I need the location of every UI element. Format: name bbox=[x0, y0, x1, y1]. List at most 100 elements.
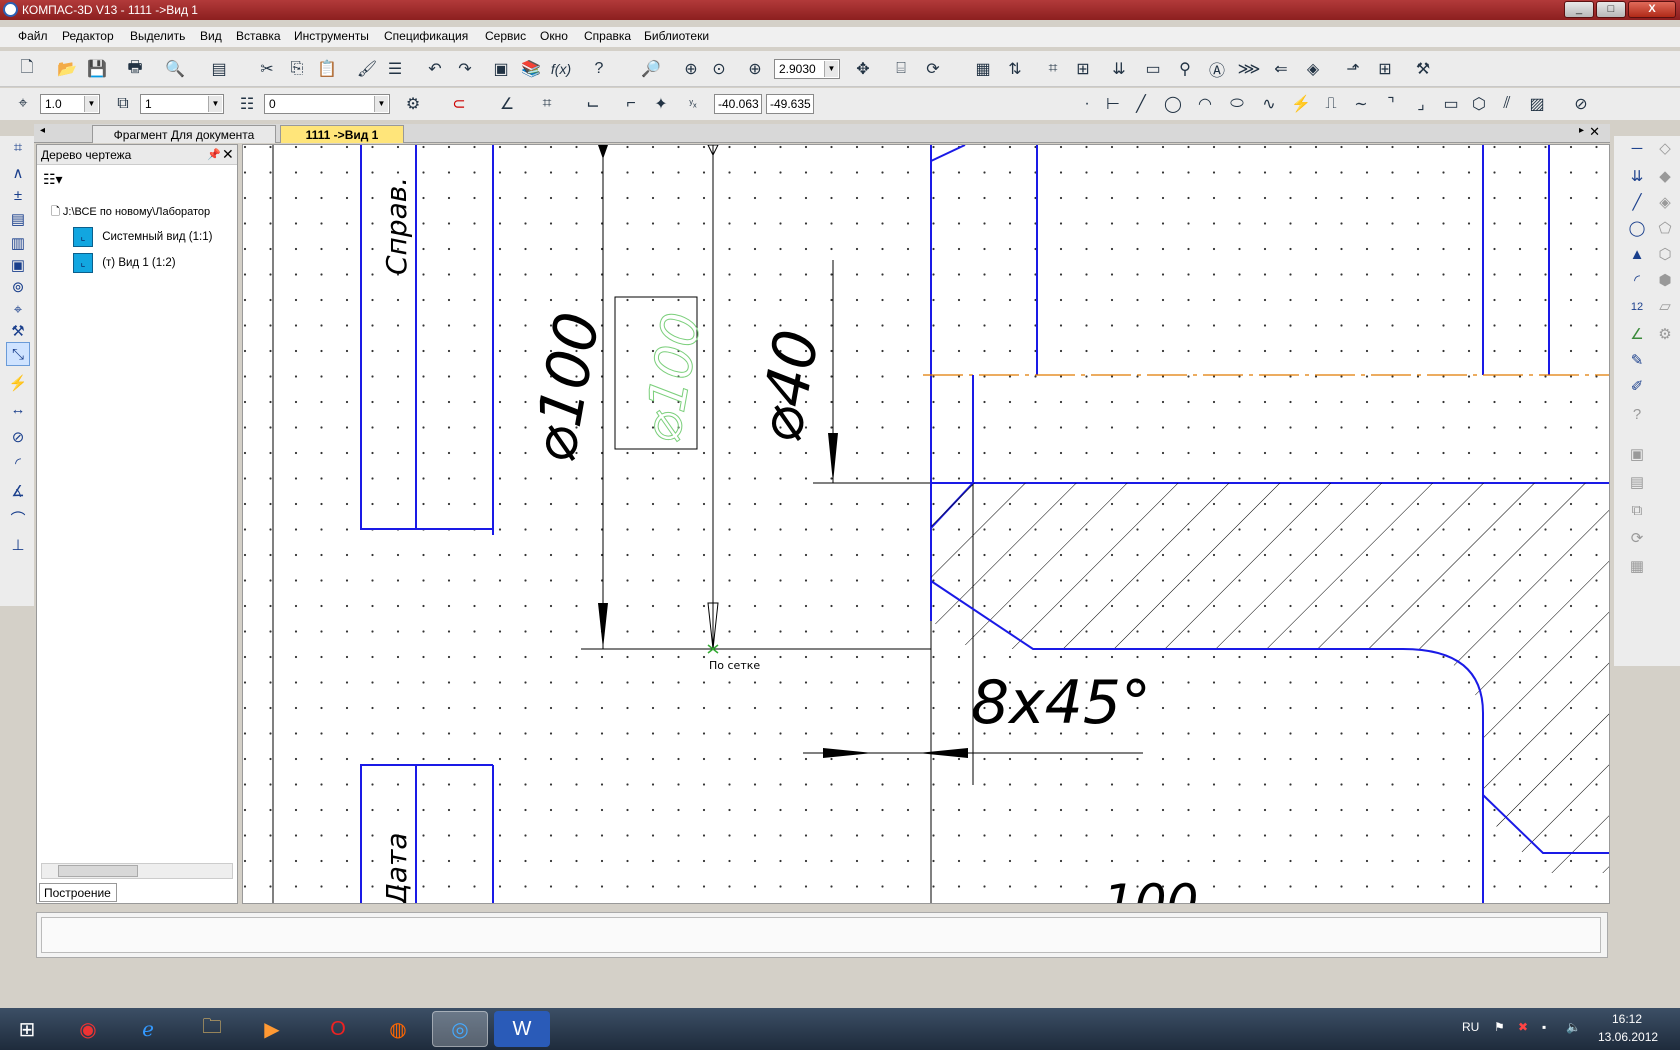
tree-root-item[interactable]: 🗋 J:\ВСЕ по новому\Лаборатор bbox=[51, 203, 237, 223]
kompas-app-icon[interactable] bbox=[3, 2, 18, 17]
tab-close-icon[interactable]: ✕ bbox=[1589, 124, 1600, 140]
arc-tool-icon[interactable]: ◜ bbox=[1624, 268, 1650, 294]
zoom-window-icon[interactable]: 🔎 bbox=[638, 56, 664, 82]
new-document-icon[interactable]: 🗋 bbox=[14, 56, 40, 82]
views-icon[interactable]: ⧉ bbox=[110, 91, 136, 117]
command-prompt-field[interactable] bbox=[41, 917, 1601, 953]
layer-combo[interactable]: 0 ▼ bbox=[264, 94, 390, 114]
chevron-down-icon[interactable]: ▼ bbox=[824, 61, 838, 77]
line-scale-combo[interactable]: 1.0 ▼ bbox=[40, 94, 100, 114]
panel-close-icon[interactable]: ✕ bbox=[222, 146, 234, 163]
tree-horizontal-scrollbar[interactable] bbox=[41, 863, 233, 879]
line-style-icon[interactable]: ─ bbox=[1624, 136, 1650, 162]
menu-insert[interactable]: Вставка bbox=[236, 29, 281, 43]
hatch-icon[interactable]: ⚡ bbox=[1288, 91, 1314, 117]
magnet-snap-icon[interactable]: ⊂ bbox=[446, 91, 472, 117]
diamond-icon[interactable]: ◈ bbox=[1300, 56, 1326, 82]
volume-icon[interactable]: 🔈 bbox=[1566, 1020, 1581, 1034]
open-folder-icon[interactable]: 📂 bbox=[54, 56, 80, 82]
menu-edit[interactable]: Редактор bbox=[62, 29, 114, 43]
drawing-canvas[interactable]: Справ. Дата ⌀100 ⌀100 По сетке ⌀40 8x45°… bbox=[242, 144, 1610, 904]
angular-dimension-icon[interactable]: ∡ bbox=[6, 480, 30, 504]
point-icon[interactable]: · bbox=[1074, 91, 1100, 117]
menu-select[interactable]: Выделить bbox=[130, 29, 185, 43]
maximize-button[interactable]: □ bbox=[1596, 1, 1626, 18]
view-combo[interactable]: 1 ▼ bbox=[140, 94, 224, 114]
rectangle-icon[interactable]: ▭ bbox=[1438, 91, 1464, 117]
ortho-mode-icon[interactable]: ⌐ bbox=[618, 91, 644, 117]
hatching-icon[interactable]: ▨ bbox=[1524, 91, 1550, 117]
explorer-icon[interactable]: 🗀 bbox=[184, 1011, 240, 1047]
word-icon[interactable]: W bbox=[494, 1011, 550, 1047]
height-dimension-icon[interactable]: ⊥ bbox=[6, 534, 30, 558]
zoom-fit-icon[interactable]: ⊙ bbox=[706, 56, 732, 82]
contour-icon[interactable]: ⎍ bbox=[1318, 91, 1344, 117]
arrow-left-icon[interactable]: ⇐ bbox=[1268, 56, 1294, 82]
manager-icon[interactable]: ▤ bbox=[206, 56, 232, 82]
diameter-dimension-icon[interactable]: ⊘ bbox=[6, 426, 30, 450]
undo-icon[interactable]: ↶ bbox=[422, 56, 448, 82]
tree-item-view1[interactable]: ⌞ (т) Вид 1 (1:2) bbox=[73, 253, 176, 275]
probe-icon[interactable]: ⚲ bbox=[1172, 56, 1198, 82]
print-icon[interactable]: 🖶 bbox=[122, 56, 148, 82]
tree-view-mode-icon[interactable]: ☷▾ bbox=[43, 171, 83, 191]
zoom-in-icon[interactable]: ⊕ bbox=[678, 56, 704, 82]
hatch-style-icon[interactable]: ⋙ bbox=[1236, 56, 1262, 82]
snap-options-icon[interactable]: ⊞ bbox=[1070, 56, 1096, 82]
ie-icon[interactable]: ℯ bbox=[120, 1011, 176, 1047]
refresh-view-icon[interactable]: ⟳ bbox=[920, 56, 946, 82]
scrollbar-thumb[interactable] bbox=[58, 865, 138, 877]
chamfer-icon[interactable]: ⌟ bbox=[1408, 91, 1434, 117]
layout-icon[interactable]: ▦ bbox=[970, 56, 996, 82]
save-icon[interactable]: 💾 bbox=[84, 56, 110, 82]
tab-view1[interactable]: 1111 ->Вид 1 bbox=[280, 125, 404, 143]
menu-service[interactable]: Сервис bbox=[485, 29, 526, 43]
preview-icon[interactable]: 🔍 bbox=[162, 56, 188, 82]
clock-time[interactable]: 16:12 bbox=[1612, 1012, 1642, 1026]
cursor-position-icon[interactable]: ⌖ bbox=[10, 91, 36, 117]
options-tools-icon[interactable]: ⚒ bbox=[1410, 56, 1436, 82]
vertical-tools-icon[interactable]: ⇊ bbox=[1624, 164, 1650, 190]
fragment-icon[interactable]: ▣ bbox=[6, 254, 30, 278]
network-icon[interactable]: ✖ bbox=[1518, 1020, 1528, 1034]
zoom-combo[interactable]: 2.9030 ▼ bbox=[774, 59, 840, 79]
minimize-button[interactable]: _ bbox=[1564, 1, 1594, 18]
variables-fx-icon[interactable]: f(x) bbox=[548, 56, 574, 82]
menu-libraries[interactable]: Библиотеки bbox=[644, 29, 709, 43]
wave-icon[interactable]: ∼ bbox=[1348, 91, 1374, 117]
radial-dimension-icon[interactable]: ◜ bbox=[6, 452, 30, 476]
menu-file[interactable]: Файл bbox=[18, 29, 48, 43]
polygon-icon[interactable]: ⬡ bbox=[1466, 91, 1492, 117]
angle-tool-icon[interactable]: ∠ bbox=[1624, 322, 1650, 348]
menu-window[interactable]: Окно bbox=[540, 29, 568, 43]
start-button-icon[interactable]: ⊞ bbox=[2, 1011, 52, 1047]
equidistant-icon[interactable]: ⫽ bbox=[1494, 91, 1520, 117]
line-tool-icon[interactable]: ∧ bbox=[6, 162, 30, 186]
grid-toggle-icon[interactable]: ⌗ bbox=[534, 91, 560, 117]
pin-icon[interactable]: 📌 bbox=[207, 148, 221, 161]
properties-list-icon[interactable]: ☰ bbox=[382, 56, 408, 82]
dimensions-active-icon[interactable]: ⤡ bbox=[6, 342, 30, 366]
circle-icon[interactable]: ◯ bbox=[1160, 91, 1186, 117]
chevron-down-icon[interactable]: ▼ bbox=[208, 96, 222, 112]
slash-tool-icon[interactable]: ╱ bbox=[1624, 190, 1650, 216]
chevron-down-icon[interactable]: ▼ bbox=[374, 96, 388, 112]
spec-icon[interactable]: ▥ bbox=[6, 232, 30, 256]
ortho-icon[interactable]: ∠ bbox=[494, 91, 520, 117]
layer-properties-icon[interactable]: ⚙ bbox=[400, 91, 426, 117]
stop-command-icon[interactable]: ⊘ bbox=[1568, 91, 1594, 117]
marker-tool-icon[interactable]: ▲ bbox=[1624, 242, 1650, 268]
clock-date[interactable]: 13.06.2012 bbox=[1598, 1030, 1658, 1044]
help-pointer-icon[interactable]: ? bbox=[586, 56, 612, 82]
close-button[interactable]: X bbox=[1628, 1, 1676, 18]
text-style-icon[interactable]: Ⓐ bbox=[1204, 56, 1230, 82]
chevron-down-icon[interactable]: ▼ bbox=[84, 96, 98, 112]
menu-specification[interactable]: Спецификация bbox=[384, 29, 468, 43]
manager-tree-icon[interactable]: ▣ bbox=[488, 56, 514, 82]
paste-icon[interactable]: 📋 bbox=[314, 56, 340, 82]
pan-icon[interactable]: ✥ bbox=[850, 56, 876, 82]
dimension-tool-icon[interactable]: ± bbox=[6, 184, 30, 208]
copy-icon[interactable]: ⎘ bbox=[284, 56, 310, 82]
designations-icon[interactable]: ▤ bbox=[6, 208, 30, 232]
library-manager-icon[interactable]: 📚 bbox=[518, 56, 544, 82]
